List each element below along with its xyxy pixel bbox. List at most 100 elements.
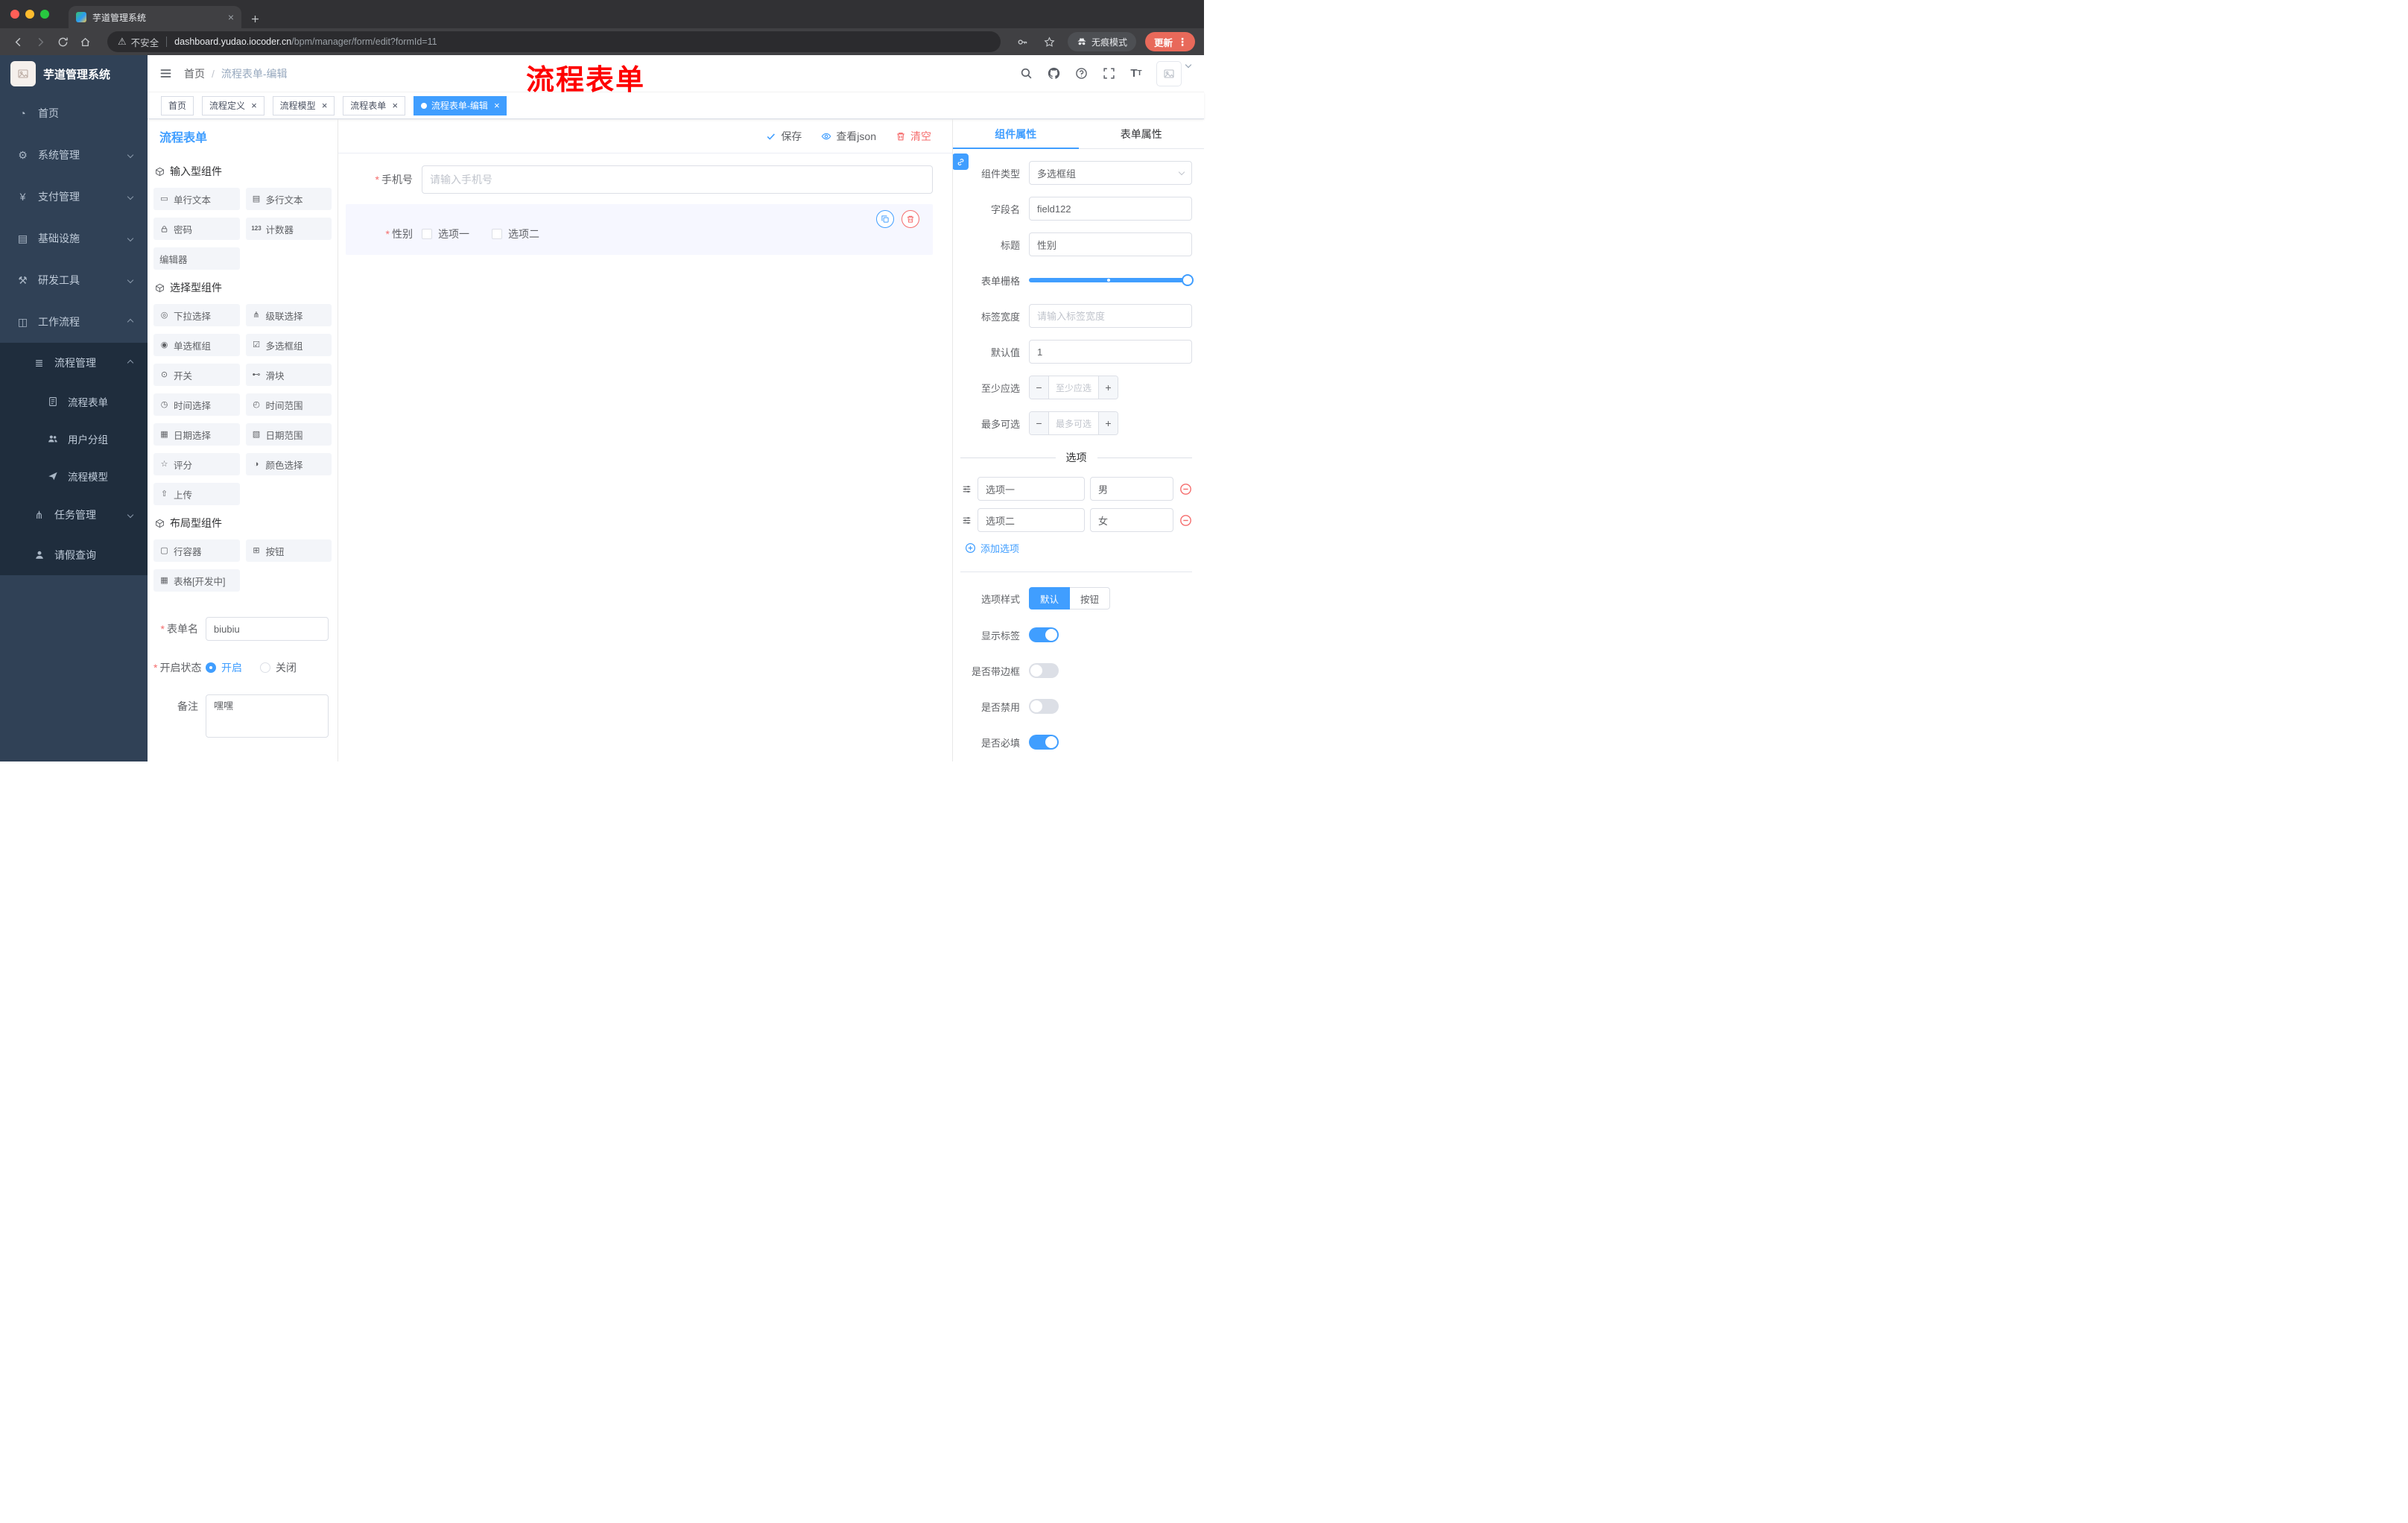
option-name-input[interactable]	[978, 508, 1085, 532]
window-zoom-button[interactable]	[40, 10, 49, 19]
field-name-input[interactable]	[1029, 197, 1192, 221]
tab-form-props[interactable]: 表单属性	[1079, 119, 1205, 148]
tag-3[interactable]: 流程表单 ×	[343, 95, 405, 115]
slider-track[interactable]	[1029, 274, 1194, 286]
tag-close-icon[interactable]: ×	[322, 101, 328, 110]
tag-1[interactable]: 流程定义 ×	[202, 95, 264, 115]
remove-option-icon[interactable]	[1179, 513, 1192, 527]
form-remark-textarea[interactable]: 嘿嘿	[206, 694, 329, 738]
tab-component-props[interactable]: 组件属性	[953, 119, 1079, 149]
palette-item[interactable]: ☑ 多选框组	[245, 334, 332, 356]
option-value-input[interactable]	[1090, 508, 1173, 532]
toggle-switch[interactable]	[1029, 735, 1059, 750]
drag-handle-icon[interactable]	[960, 484, 972, 494]
link-badge-icon[interactable]	[953, 153, 969, 170]
tag-4[interactable]: 流程表单-编辑 ×	[413, 95, 507, 115]
toggle-switch[interactable]	[1029, 627, 1059, 642]
checkbox-icon[interactable]	[492, 229, 502, 239]
github-icon[interactable]	[1046, 66, 1061, 81]
minus-icon[interactable]: −	[1030, 412, 1049, 434]
palette-item[interactable]: 密码	[153, 218, 240, 240]
option-name-input[interactable]	[978, 477, 1085, 501]
home-icon[interactable]	[76, 33, 94, 51]
save-button[interactable]: 保存	[766, 129, 802, 144]
palette-item[interactable]: ⊷ 滑块	[245, 364, 332, 386]
new-tab-button[interactable]	[250, 14, 260, 24]
palette-item[interactable]: ◷ 时间选择	[153, 393, 240, 416]
palette-item[interactable]: ◉ 单选框组	[153, 334, 240, 356]
fullscreen-icon[interactable]	[1101, 66, 1116, 81]
minus-icon[interactable]: −	[1030, 376, 1049, 399]
palette-item[interactable]: ⋔ 级联选择	[245, 304, 332, 326]
palette-item[interactable]: ⊙ 开关	[153, 364, 240, 386]
palette-item[interactable]: ▧ 日期范围	[245, 423, 332, 446]
palette-item[interactable]: ◎ 下拉选择	[153, 304, 240, 326]
back-icon[interactable]	[9, 33, 27, 51]
breadcrumb-home[interactable]: 首页	[184, 66, 205, 81]
window-close-button[interactable]	[10, 10, 19, 19]
sidebar-item-1[interactable]: ⚙ 系统管理	[0, 134, 148, 176]
palette-item[interactable]: ⊞ 按钮	[245, 539, 332, 562]
style-button-button[interactable]: 按钮	[1070, 587, 1111, 609]
palette-item[interactable]: ▢ 行容器	[153, 539, 240, 562]
slider-handle[interactable]	[1182, 274, 1194, 286]
default-value-input[interactable]	[1029, 340, 1192, 364]
palette-item[interactable]: ▦ 表格[开发中]	[153, 569, 240, 592]
plus-icon[interactable]: +	[1098, 412, 1118, 434]
sidebar-item-7[interactable]: 流程表单	[0, 383, 148, 420]
tag-close-icon[interactable]: ×	[392, 101, 398, 110]
min-select-value[interactable]: 至少应选	[1049, 376, 1098, 399]
clear-button[interactable]: 清空	[896, 129, 931, 144]
user-menu[interactable]	[1156, 60, 1192, 86]
sidebar-item-10[interactable]: ⋔ 任务管理	[0, 495, 148, 535]
label-width-input[interactable]	[1029, 304, 1192, 328]
browser-tab[interactable]: 芋道管理系统 ×	[69, 6, 241, 28]
palette-item[interactable]: ⇧ 上传	[153, 483, 240, 505]
tag-close-icon[interactable]: ×	[251, 101, 257, 110]
sidebar-item-8[interactable]: 用户分组	[0, 420, 148, 457]
window-minimize-button[interactable]	[25, 10, 34, 19]
sidebar-item-6[interactable]: ≣ 流程管理	[0, 343, 148, 383]
tag-2[interactable]: 流程模型 ×	[272, 95, 335, 115]
browser-update-button[interactable]: 更新 ⋮	[1144, 32, 1195, 51]
remove-option-icon[interactable]	[1179, 482, 1192, 495]
sidebar-item-4[interactable]: ⚒ 研发工具	[0, 259, 148, 301]
component-type-select[interactable]: 多选框组	[1029, 161, 1192, 185]
checkbox-icon[interactable]	[422, 229, 432, 239]
sidebar-item-0[interactable]: ◔ 首页	[0, 92, 148, 134]
canvas-field-gender[interactable]: * 性别 选项一 选项二	[346, 204, 933, 255]
palette-item[interactable]: ◑ 颜色选择	[245, 453, 332, 475]
palette-item[interactable]: ▤ 多行文本	[245, 188, 332, 210]
status-radio-off[interactable]: 关闭	[260, 660, 297, 675]
reload-icon[interactable]	[54, 33, 72, 51]
bookmark-star-icon[interactable]	[1041, 33, 1059, 51]
phone-input[interactable]	[422, 165, 933, 194]
drag-handle-icon[interactable]	[960, 516, 972, 525]
tab-close-icon[interactable]: ×	[228, 11, 234, 23]
delete-field-button[interactable]	[902, 210, 919, 228]
max-select-value[interactable]: 最多可选	[1049, 412, 1098, 434]
add-option-button[interactable]: 添加选项	[965, 541, 1019, 555]
forward-icon[interactable]	[31, 33, 49, 51]
help-icon[interactable]	[1074, 66, 1089, 81]
palette-item[interactable]: 编辑器	[153, 247, 240, 270]
option-value-input[interactable]	[1090, 477, 1173, 501]
sidebar-item-5[interactable]: ◫ 工作流程	[0, 301, 148, 343]
style-default-button[interactable]: 默认	[1029, 587, 1071, 609]
toggle-switch[interactable]	[1029, 663, 1059, 678]
tag-0[interactable]: 首页	[161, 95, 194, 115]
toggle-switch[interactable]	[1029, 699, 1059, 714]
tag-close-icon[interactable]: ×	[494, 101, 500, 110]
palette-item[interactable]: ◴ 时间范围	[245, 393, 332, 416]
title-input[interactable]	[1029, 232, 1192, 256]
sidebar-item-11[interactable]: 请假查询	[0, 535, 148, 575]
plus-icon[interactable]: +	[1098, 376, 1118, 399]
passwords-key-icon[interactable]	[1014, 33, 1032, 51]
copy-field-button[interactable]	[876, 210, 894, 228]
address-bar[interactable]: ⚠ 不安全 dashboard.yudao.iocoder.cn /bpm/ma…	[107, 31, 1001, 52]
gender-checkbox-option-2[interactable]: 选项二	[492, 227, 539, 241]
kebab-menu-icon[interactable]: ⋮	[1177, 36, 1188, 48]
font-size-icon[interactable]: TT	[1129, 66, 1144, 81]
gender-checkbox-option-1[interactable]: 选项一	[422, 227, 469, 241]
canvas-field-phone[interactable]: * 手机号	[346, 165, 933, 194]
